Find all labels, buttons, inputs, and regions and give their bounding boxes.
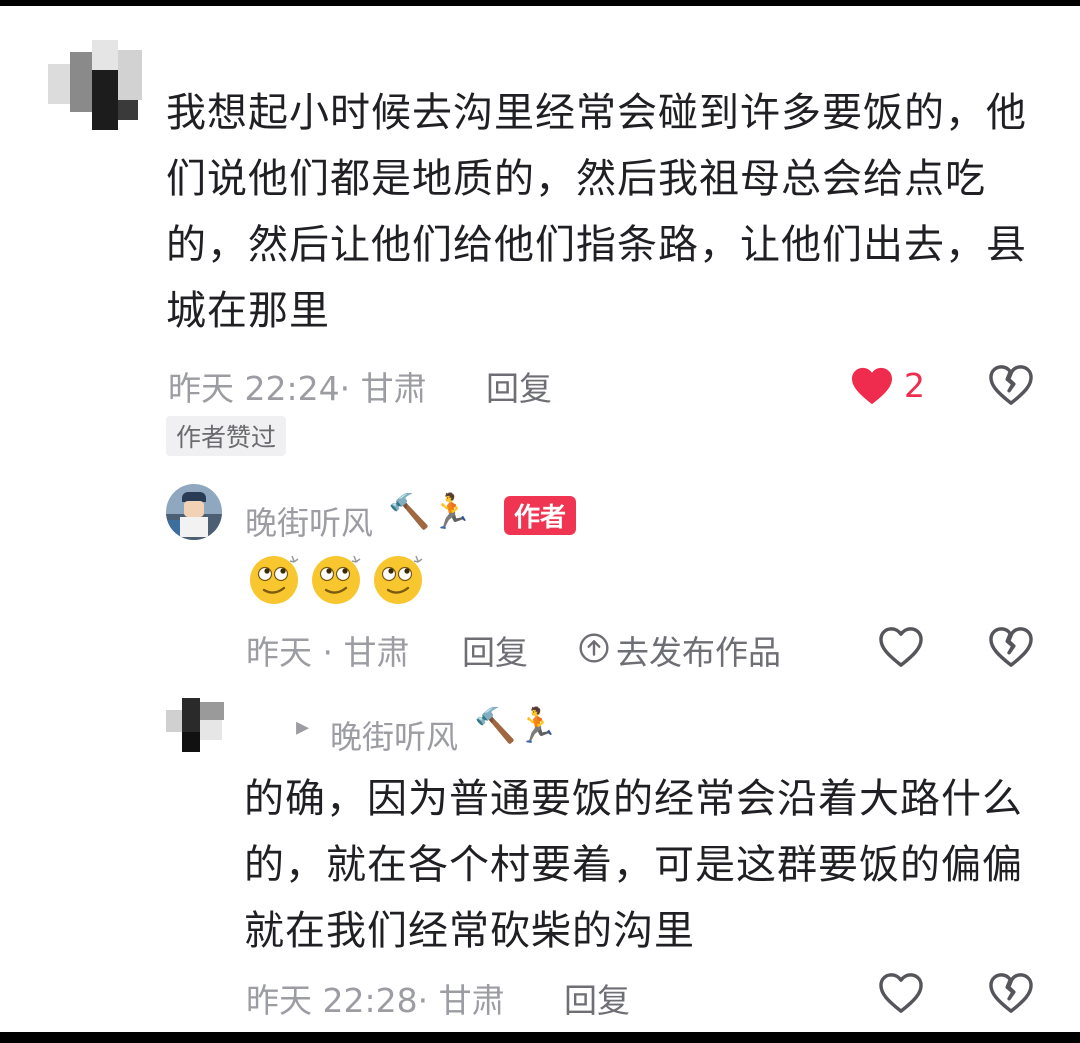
- broken-heart-icon: [989, 365, 1033, 405]
- rolling-eyes-emoji: [246, 550, 302, 606]
- reply-to-user-emojis: 🔨🏃: [474, 706, 559, 746]
- like-count: 2: [904, 366, 925, 405]
- comment-meta: 昨天 22:24· 甘肃: [168, 369, 427, 408]
- heart-filled-icon: [852, 367, 892, 405]
- reply-to-username[interactable]: 晚街听风: [330, 712, 458, 758]
- comment-line: 我想起小时候去沟里经常会碰到许多要饭的，他: [166, 90, 1027, 136]
- dislike-button[interactable]: [988, 364, 1034, 406]
- dislike-button[interactable]: [988, 626, 1034, 668]
- author-badge: 作者: [504, 496, 577, 535]
- author-username[interactable]: 晚街听风: [245, 498, 373, 544]
- broken-heart-icon: [989, 973, 1033, 1013]
- rolling-eyes-emoji: [308, 550, 364, 606]
- upload-circle-icon: [579, 633, 609, 663]
- reply-line: 的，就在各个村要着，可是这群要饭的偏偏: [244, 842, 1023, 888]
- like-button[interactable]: 2: [850, 364, 940, 410]
- reply-line: 就在我们经常砍柴的沟里: [244, 908, 695, 954]
- reply-button[interactable]: 回复: [462, 626, 528, 674]
- author-reply-meta: 昨天 · 甘肃: [246, 633, 410, 672]
- author-user-emojis: 🔨🏃: [388, 492, 473, 532]
- nested-reply-body: 的确，因为普通要饭的经常会沿着大路什么 的，就在各个村要着，可是这群要饭的偏偏 …: [244, 766, 1023, 964]
- comment-line: 的，然后让他们给他们指条路，让他们出去，县: [166, 222, 1027, 268]
- comment-line: 们说他们都是地质的，然后我祖母总会给点吃: [166, 156, 986, 202]
- author-liked-badge: 作者赞过: [166, 416, 287, 456]
- heart-outline-icon: [879, 627, 923, 667]
- reply-to-arrow-icon: ▸: [296, 712, 310, 742]
- reply-button[interactable]: 回复: [486, 362, 552, 410]
- rolling-eyes-emoji: [370, 550, 426, 606]
- publish-work-button[interactable]: 去发布作品: [578, 626, 808, 672]
- emoji-row: [246, 550, 446, 610]
- comment-body: 我想起小时候去沟里经常会碰到许多要饭的，他 们说他们都是地质的，然后我祖母总会给…: [166, 80, 1027, 344]
- broken-heart-icon: [989, 627, 1033, 667]
- comment-thread: 我想起小时候去沟里经常会碰到许多要饭的，他 们说他们都是地质的，然后我祖母总会给…: [0, 6, 1080, 1032]
- reply-button[interactable]: 回复: [564, 974, 630, 1022]
- nested-replier-avatar[interactable]: [166, 698, 226, 754]
- nested-reply-meta: 昨天 22:28· 甘肃: [246, 981, 505, 1020]
- author-avatar[interactable]: [166, 484, 222, 540]
- dislike-button[interactable]: [988, 972, 1034, 1014]
- like-button[interactable]: [878, 972, 924, 1014]
- commenter-avatar[interactable]: [46, 30, 146, 140]
- comment-line: 城在那里: [166, 288, 330, 334]
- publish-work-label: 去发布作品: [616, 633, 781, 672]
- like-button[interactable]: [878, 626, 924, 668]
- reply-line: 的确，因为普通要饭的经常会沿着大路什么: [244, 776, 1023, 822]
- heart-outline-icon: [879, 973, 923, 1013]
